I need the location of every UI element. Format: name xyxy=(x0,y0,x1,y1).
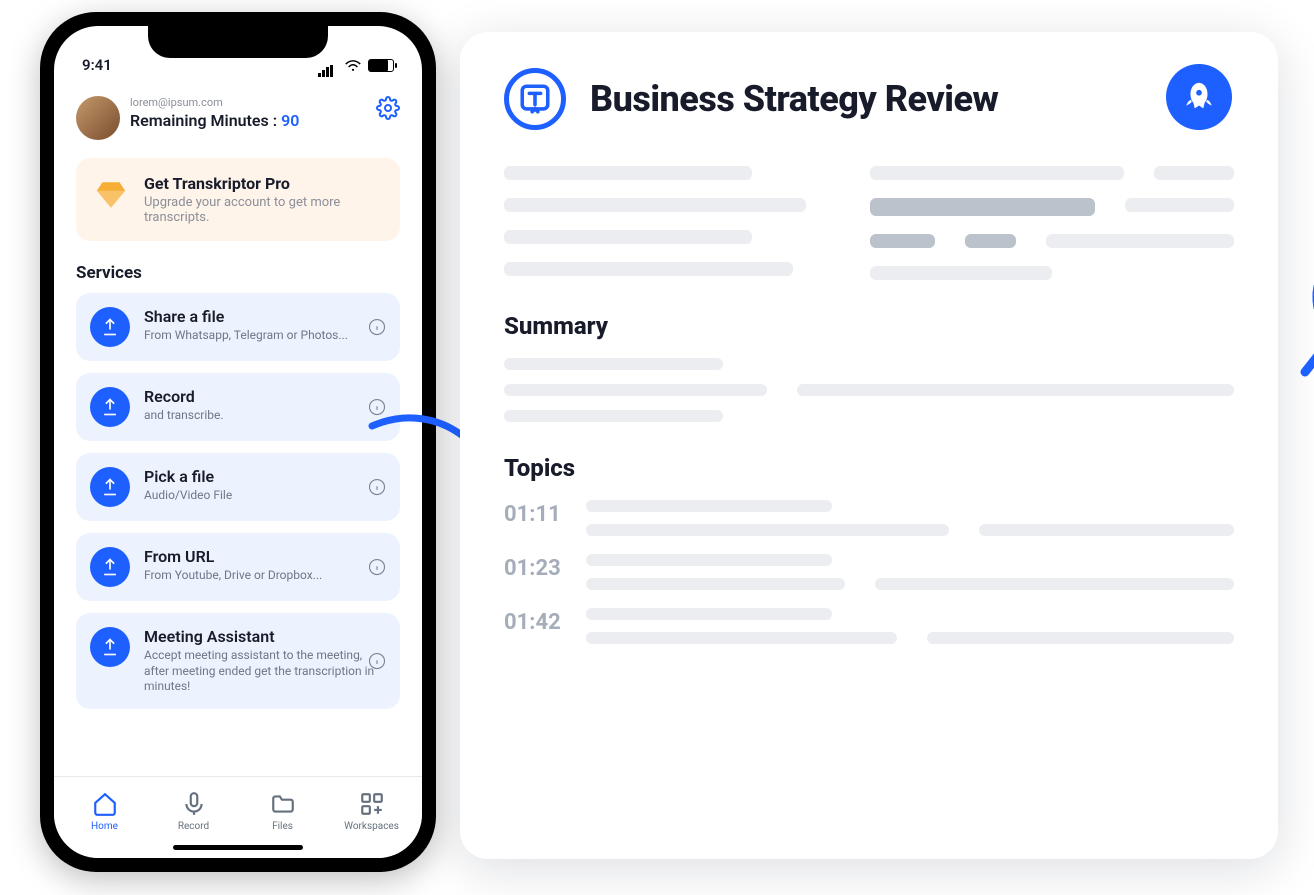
tab-label: Record xyxy=(178,821,209,832)
rocket-icon xyxy=(1182,80,1216,114)
upload-icon xyxy=(90,387,130,427)
topics-heading: Topics xyxy=(504,454,1234,482)
service-from-url[interactable]: From URL From Youtube, Drive or Dropbox.… xyxy=(76,533,400,601)
topic-row[interactable]: 01:23 xyxy=(504,554,1234,590)
status-time: 9:41 xyxy=(82,56,112,74)
gear-icon[interactable] xyxy=(376,96,400,120)
service-title: Share a file xyxy=(144,307,348,326)
service-subtitle: and transcribe. xyxy=(144,408,224,424)
transkriptor-logo xyxy=(504,68,566,130)
mic-icon xyxy=(181,791,207,817)
diamond-icon xyxy=(94,178,128,212)
notch xyxy=(148,26,328,58)
phone-screen: 9:41 lorem@ipsum.com Remaining Minutes :… xyxy=(54,26,422,858)
magnifier-icon xyxy=(1296,232,1314,392)
upload-icon xyxy=(90,547,130,587)
folder-icon xyxy=(270,791,296,817)
signal-icon xyxy=(318,59,338,71)
tab-home[interactable]: Home xyxy=(60,783,149,858)
summary-heading: Summary xyxy=(504,312,1234,340)
service-title: From URL xyxy=(144,547,322,566)
tab-label: Home xyxy=(91,821,118,832)
service-title: Record xyxy=(144,387,224,406)
services-heading: Services xyxy=(76,263,400,283)
info-icon[interactable] xyxy=(368,398,386,416)
tab-workspaces[interactable]: Workspaces xyxy=(327,783,416,858)
info-icon[interactable] xyxy=(368,478,386,496)
promo-title: Get Transkriptor Pro xyxy=(144,174,382,193)
topic-timestamp: 01:11 xyxy=(504,500,566,527)
upload-icon xyxy=(90,307,130,347)
service-subtitle: Accept meeting assistant to the meeting,… xyxy=(144,648,386,695)
minutes-value: 90 xyxy=(281,111,299,130)
grid-plus-icon xyxy=(359,791,385,817)
status-icons xyxy=(318,59,394,72)
topic-timestamp: 01:23 xyxy=(504,554,566,581)
user-row: lorem@ipsum.com Remaining Minutes : 90 xyxy=(76,90,400,140)
rocket-button[interactable] xyxy=(1166,64,1232,130)
service-record[interactable]: Record and transcribe. xyxy=(76,373,400,441)
service-share-file[interactable]: Share a file From Whatsapp, Telegram or … xyxy=(76,293,400,361)
topic-row[interactable]: 01:11 xyxy=(504,500,1234,536)
service-subtitle: From Youtube, Drive or Dropbox... xyxy=(144,568,322,584)
skeleton-block xyxy=(504,166,1234,280)
battery-icon xyxy=(368,59,394,72)
upload-icon xyxy=(90,627,130,667)
phone-frame: 9:41 lorem@ipsum.com Remaining Minutes :… xyxy=(40,12,436,872)
topic-timestamp: 01:42 xyxy=(504,608,566,635)
home-icon xyxy=(92,791,118,817)
service-subtitle: Audio/Video File xyxy=(144,488,232,504)
minutes-label: Remaining Minutes : xyxy=(130,111,277,130)
tab-label: Workspaces xyxy=(344,821,399,832)
service-title: Pick a file xyxy=(144,467,232,486)
topic-row[interactable]: 01:42 xyxy=(504,608,1234,644)
result-panel: Business Strategy Review Summary Topics … xyxy=(460,32,1278,859)
info-icon[interactable] xyxy=(368,558,386,576)
remaining-minutes: Remaining Minutes : 90 xyxy=(130,111,366,130)
promo-subtitle: Upgrade your account to get more transcr… xyxy=(144,195,382,225)
avatar[interactable] xyxy=(76,96,120,140)
service-title: Meeting Assistant xyxy=(144,627,386,646)
summary-skeleton xyxy=(504,358,1234,422)
home-indicator xyxy=(173,845,303,850)
service-subtitle: From Whatsapp, Telegram or Photos... xyxy=(144,328,348,344)
info-icon[interactable] xyxy=(368,318,386,336)
info-icon[interactable] xyxy=(368,652,386,670)
service-pick-file[interactable]: Pick a file Audio/Video File xyxy=(76,453,400,521)
promo-card[interactable]: Get Transkriptor Pro Upgrade your accoun… xyxy=(76,158,400,241)
tab-label: Files xyxy=(272,821,293,832)
panel-title: Business Strategy Review xyxy=(590,78,998,120)
service-meeting-assistant[interactable]: Meeting Assistant Accept meeting assista… xyxy=(76,613,400,709)
upload-icon xyxy=(90,467,130,507)
wifi-icon xyxy=(344,59,362,72)
user-email: lorem@ipsum.com xyxy=(130,96,366,109)
